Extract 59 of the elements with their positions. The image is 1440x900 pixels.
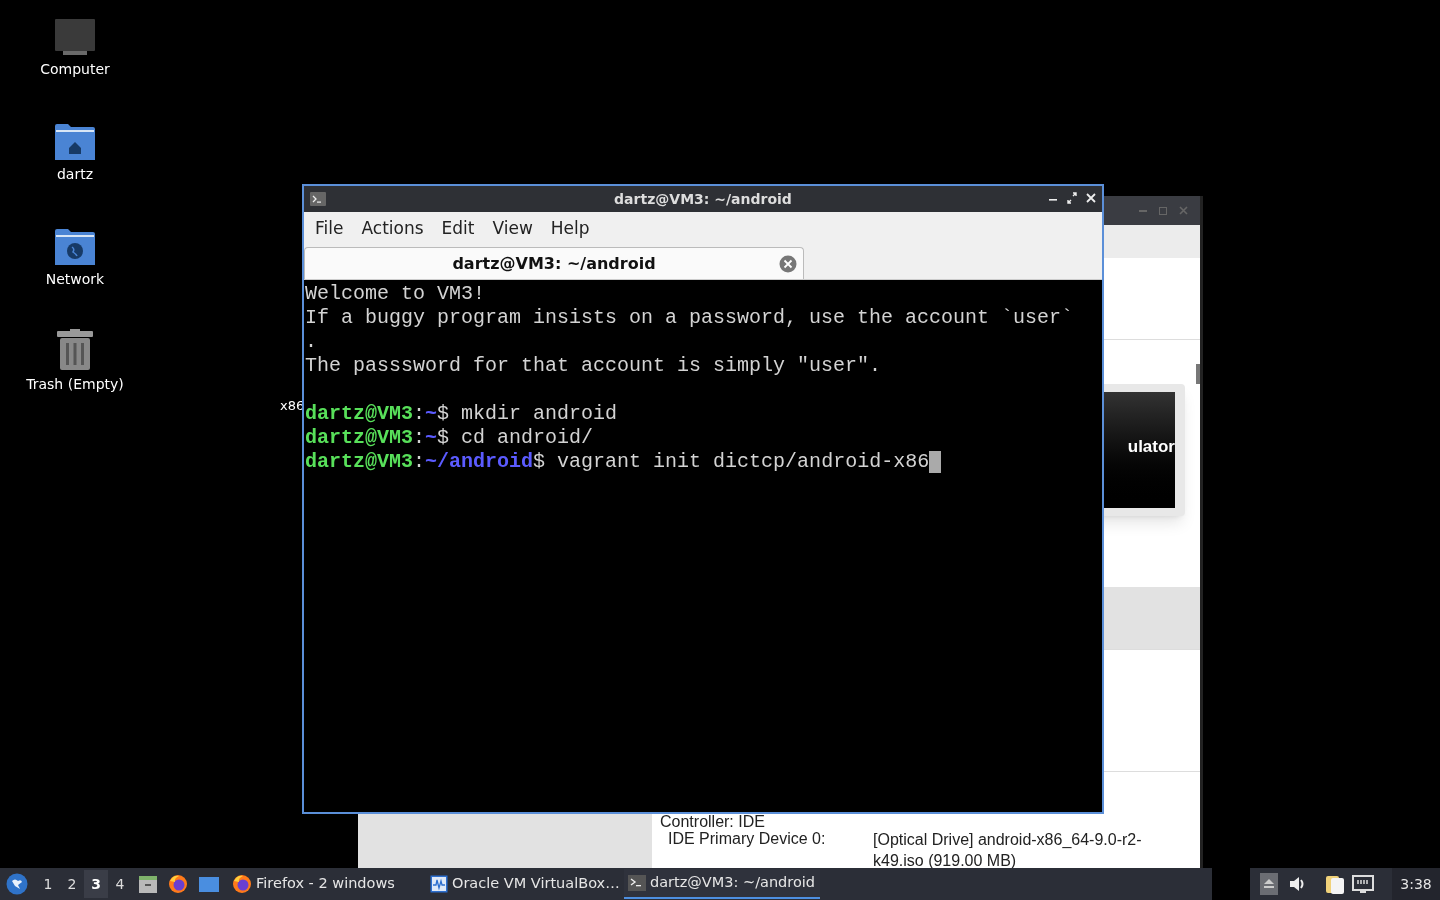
taskbar-button[interactable]: Firefox - 2 windows xyxy=(228,869,426,899)
start-menu-icon[interactable] xyxy=(6,873,28,895)
close-icon[interactable] xyxy=(1086,191,1096,205)
terminal-text: Welcome to VM3! xyxy=(305,282,486,306)
menu-item[interactable]: Actions xyxy=(352,216,433,242)
scrollbar-thumb[interactable] xyxy=(1196,364,1200,384)
taskbar-button[interactable]: dartz@VM3: ~/android xyxy=(624,869,820,899)
menu-item[interactable]: View xyxy=(483,216,542,242)
workspace-button[interactable]: 4 xyxy=(108,870,132,898)
terminal-text: : xyxy=(413,450,426,474)
clock: 3:38 xyxy=(1392,868,1440,900)
terminal-text: If a buggy program insists on a password, use the account `user` xyxy=(305,306,1074,330)
preview-text: ulator xyxy=(1127,436,1175,459)
text-cursor xyxy=(929,451,942,473)
icon-label[interactable]: Computer xyxy=(40,59,110,80)
terminal-text: $ mkdir android xyxy=(437,402,618,426)
workspace-button[interactable]: 1 xyxy=(36,870,60,898)
terminal-icon xyxy=(628,875,646,891)
terminal-text: dartz@VM3 xyxy=(305,426,414,450)
workspace-button[interactable]: 3 xyxy=(84,870,108,898)
detail-heading: Controller: IDE xyxy=(660,814,765,830)
menu-item[interactable]: File xyxy=(306,216,353,242)
icon-label[interactable]: dartz xyxy=(56,164,94,185)
detail-label: IDE Primary Device 0: xyxy=(668,829,827,849)
terminal-text: : xyxy=(413,402,426,426)
chart-window-icon xyxy=(430,875,448,893)
menu-item[interactable]: Edit xyxy=(432,216,484,242)
terminal-text: dartz@VM3 xyxy=(305,402,414,426)
close-tab-icon[interactable] xyxy=(779,255,797,273)
terminal-text: : xyxy=(413,426,426,450)
icon-label[interactable]: Trash (Empty) xyxy=(26,374,124,395)
network-folder-icon[interactable] xyxy=(54,228,96,266)
workspace-button[interactable]: 2 xyxy=(60,870,84,898)
terminal-icon xyxy=(310,192,326,206)
clipboard-icon[interactable] xyxy=(1324,873,1346,895)
terminal-text: The passsword for that account is simply "user". xyxy=(305,354,882,378)
file-manager-icon[interactable] xyxy=(138,874,158,894)
terminal-text: . xyxy=(305,330,317,354)
terminal-text: $ vagrant init dictcp/android-x86 xyxy=(533,450,930,474)
home-folder-icon[interactable] xyxy=(54,123,96,161)
tray-area xyxy=(1212,868,1250,900)
terminal-text: ~ xyxy=(425,402,438,426)
network-icon[interactable] xyxy=(1352,874,1374,894)
terminal-text: ~ xyxy=(425,426,438,450)
terminal-text: ~/android xyxy=(425,450,534,474)
browser-icon[interactable] xyxy=(232,874,252,894)
terminal-tab[interactable]: dartz@VM3: ~/android xyxy=(304,247,804,279)
browser-icon[interactable] xyxy=(168,874,188,894)
show-desktop-icon[interactable] xyxy=(198,874,220,894)
window-title: dartz@VM3: ~/android xyxy=(614,189,792,209)
detail-value: [Optical Drive] android-x86_64-9.0-r2- k49.iso (919.00 MB) xyxy=(873,830,1142,871)
icon-label[interactable]: Network xyxy=(45,269,105,290)
eject-icon[interactable] xyxy=(1260,873,1278,895)
taskbar-button[interactable]: Oracle VM VirtualBox… xyxy=(426,869,624,899)
trash-icon[interactable] xyxy=(54,329,96,371)
menu-item[interactable]: Help xyxy=(541,216,599,242)
monitor-icon[interactable] xyxy=(54,18,96,56)
terminal-text: $ cd android/ xyxy=(437,426,594,450)
terminal-text: dartz@VM3 xyxy=(305,450,414,474)
